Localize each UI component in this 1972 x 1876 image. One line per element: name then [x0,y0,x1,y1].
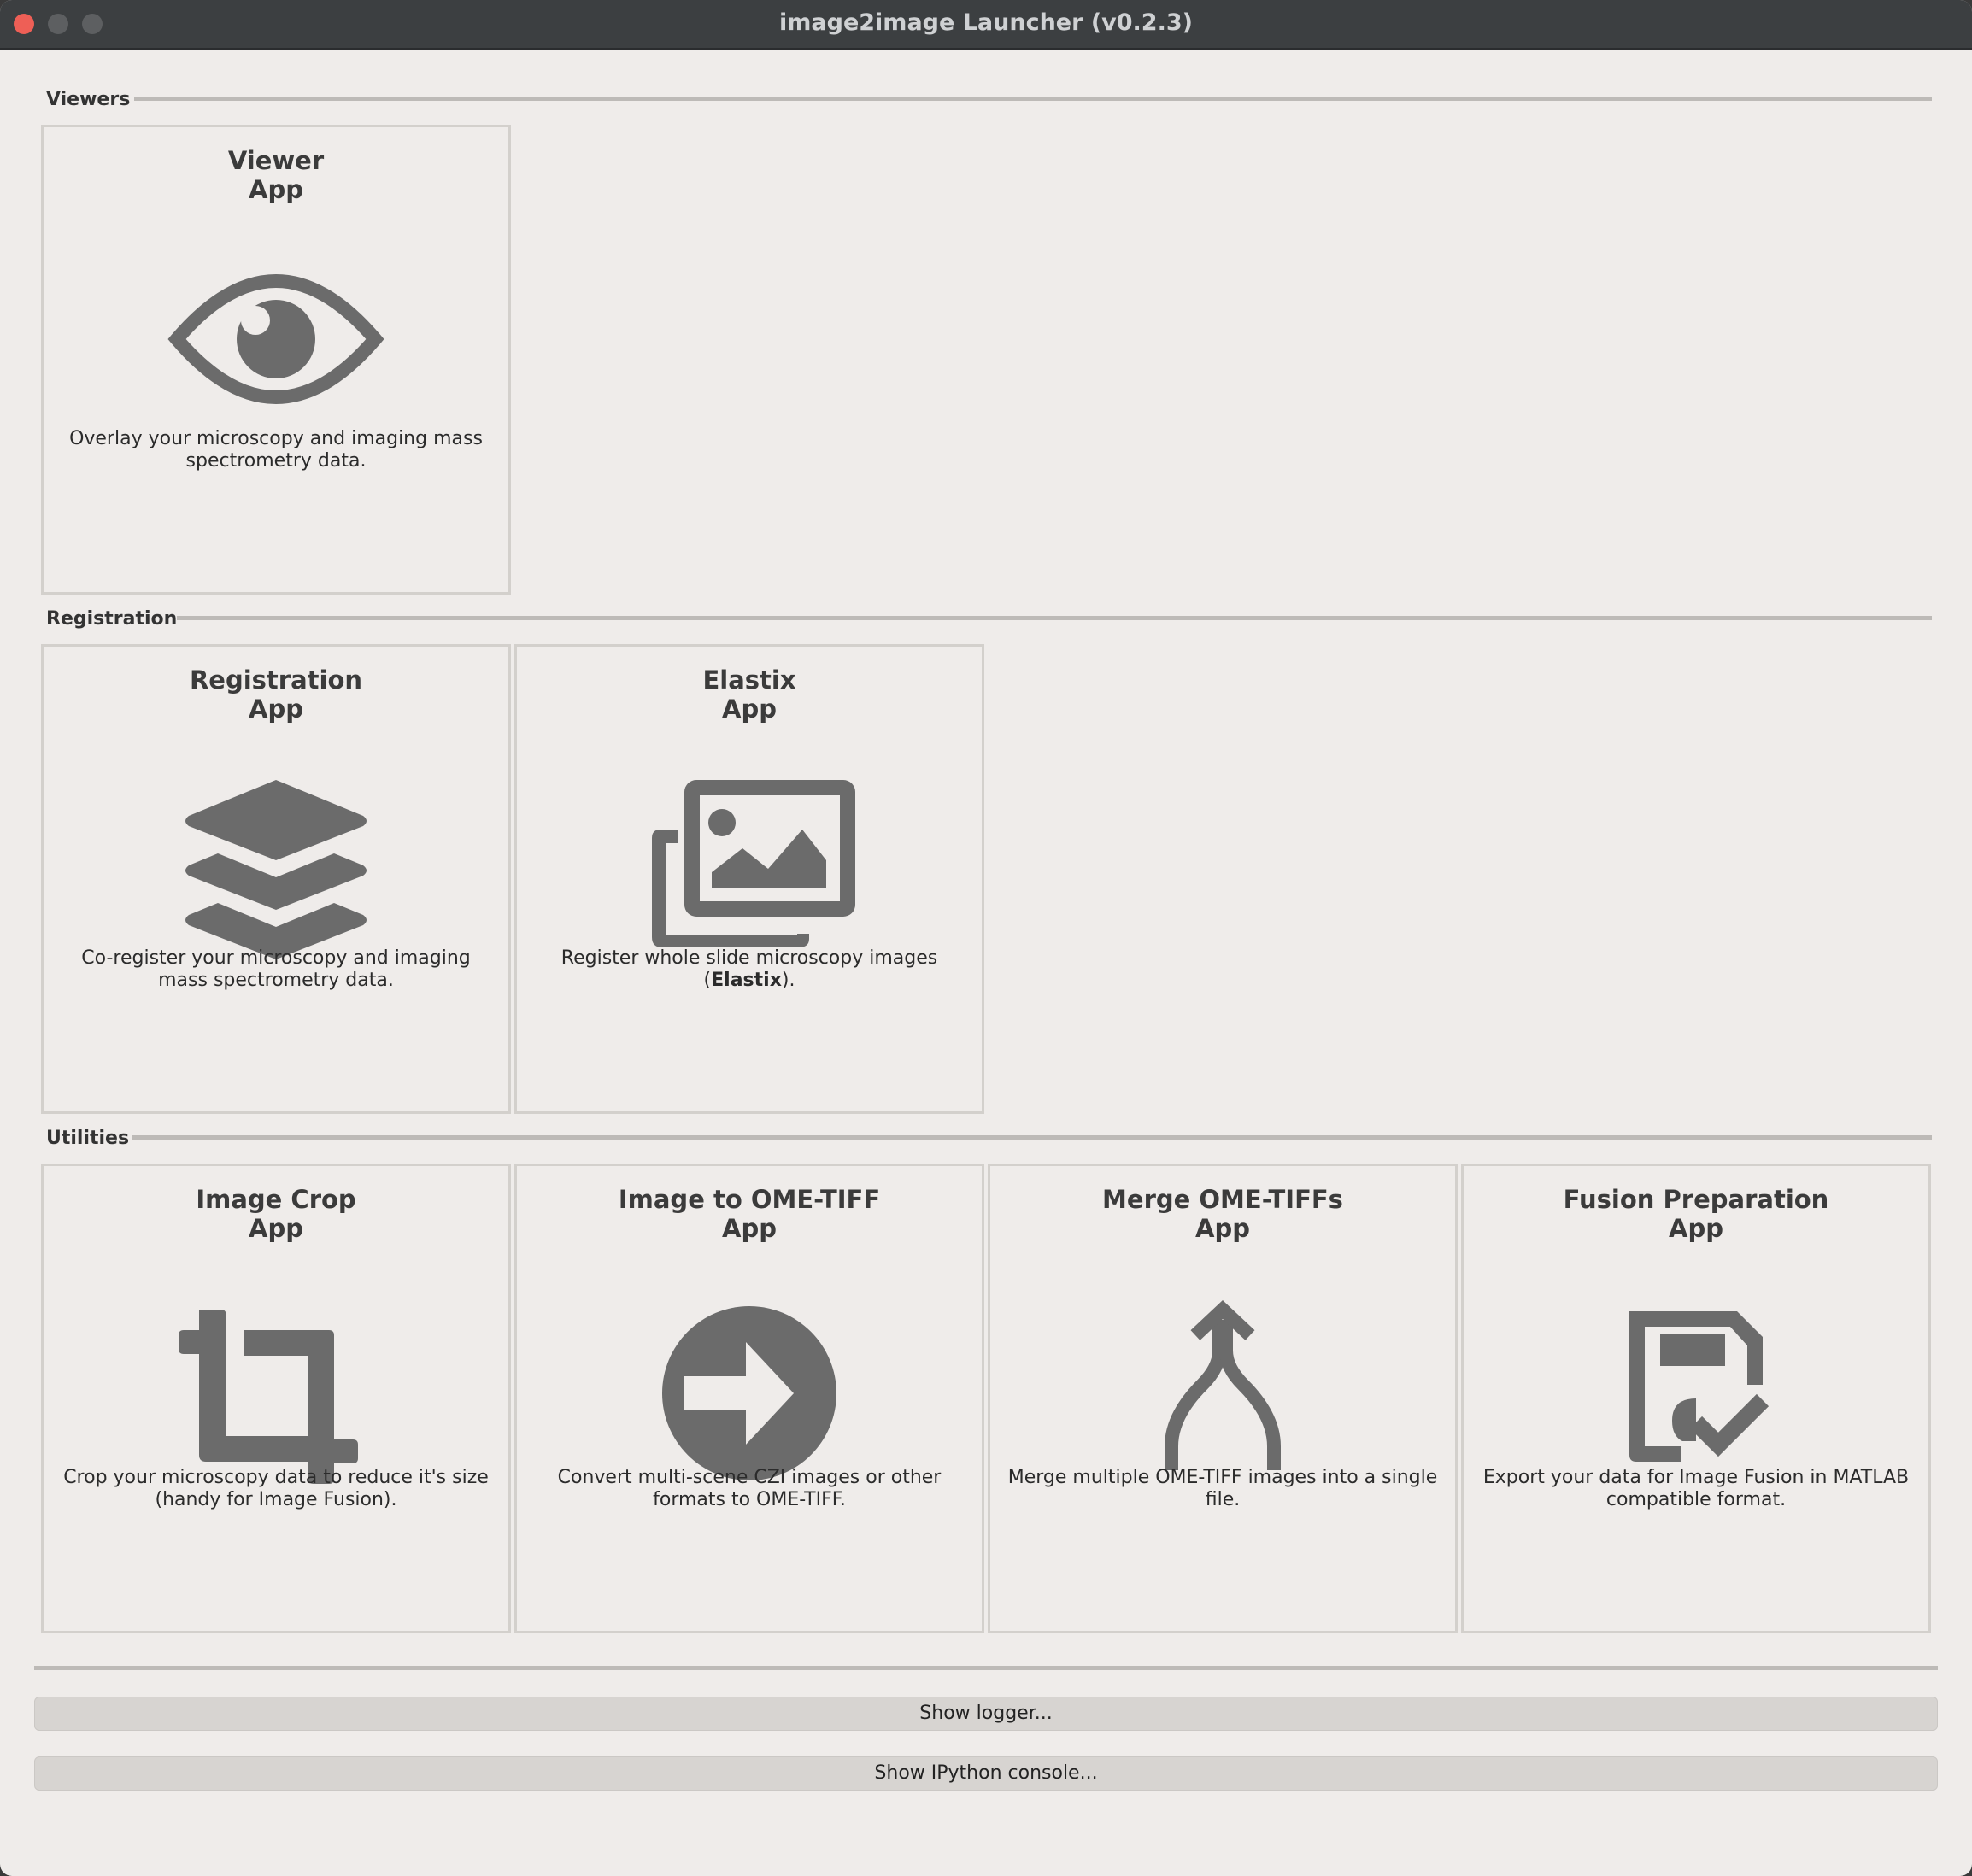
app-description: Convert multi-scene CZI images or other … [557,1467,942,1510]
app-description: Merge multiple OME-TIFF images into a si… [1007,1467,1438,1510]
app-name: Registration [189,665,363,695]
app-description: Crop your microscopy data to reduce it's… [63,1467,489,1510]
app-subtitle: App [722,695,777,724]
section-label-viewers: Viewers [46,89,131,110]
layers-icon [167,766,385,971]
desc-emphasis: Elastix [711,970,782,991]
app-name: Image Crop [196,1185,356,1214]
save-check-icon [1587,1286,1805,1491]
section-label-registration: Registration [46,608,178,630]
crop-icon [167,1286,385,1491]
app-name: Image to OME-TIFF [618,1185,881,1214]
card-title: Image Crop App [44,1185,508,1243]
merge-ome-tiffs-app-card[interactable]: Merge OME-TIFFs App Merge multiple OME-T… [988,1164,1458,1633]
fusion-preparation-app-card[interactable]: Fusion Preparation App Export your data … [1461,1164,1931,1633]
app-name: Elastix [702,665,796,695]
viewer-app-card[interactable]: Viewer App Overlay your microscopy and i… [41,125,511,595]
card-title: Viewer App [44,146,508,204]
app-subtitle: App [722,1214,777,1243]
elastix-app-card[interactable]: Elastix App Register whole slide microsc… [514,644,984,1114]
show-logger-button[interactable]: Show logger... [34,1697,1938,1731]
app-subtitle: App [1195,1214,1250,1243]
image-to-ome-tiff-app-card[interactable]: Image to OME-TIFF App Convert multi-scen… [514,1164,984,1633]
card-title: Merge OME-TIFFs App [990,1185,1455,1243]
section-label-utilities: Utilities [46,1128,130,1149]
card-title: Elastix App [517,665,982,724]
app-description: Register whole slide microscopy images (… [529,947,970,992]
app-subtitle: App [249,1214,303,1243]
images-icon [640,766,859,971]
app-subtitle: App [249,175,303,204]
card-title: Registration App [44,665,508,724]
card-title: Fusion Preparation App [1464,1185,1928,1243]
image-crop-app-card[interactable]: Image Crop App Crop your microscopy data… [41,1164,511,1633]
app-subtitle: App [249,695,303,724]
arrow-circle-icon [640,1286,859,1491]
desc-text: ). [781,970,795,991]
section-divider [177,616,1932,620]
section-divider [132,1135,1932,1140]
launcher-window: image2image Launcher (v0.2.3) Viewers Vi… [0,0,1972,1876]
app-name: Fusion Preparation [1563,1185,1829,1214]
title-bar: image2image Launcher (v0.2.3) [0,0,1972,50]
card-title: Image to OME-TIFF App [517,1185,982,1243]
app-name: Viewer [227,146,325,175]
eye-icon [167,247,385,452]
app-description: Co-register your microscopy and imaging … [81,947,471,991]
app-name: Merge OME-TIFFs [1102,1185,1343,1214]
show-ipython-console-button[interactable]: Show IPython console... [34,1756,1938,1791]
merge-icon [1113,1286,1332,1491]
section-divider [134,97,1932,101]
registration-app-card[interactable]: Registration App Co-register your micros… [41,644,511,1114]
footer-divider [34,1666,1938,1670]
window-title: image2image Launcher (v0.2.3) [779,9,1193,36]
app-description: Overlay your microscopy and imaging mass… [69,428,483,472]
app-subtitle: App [1669,1214,1723,1243]
app-description: Export your data for Image Fusion in MAT… [1482,1467,1910,1510]
